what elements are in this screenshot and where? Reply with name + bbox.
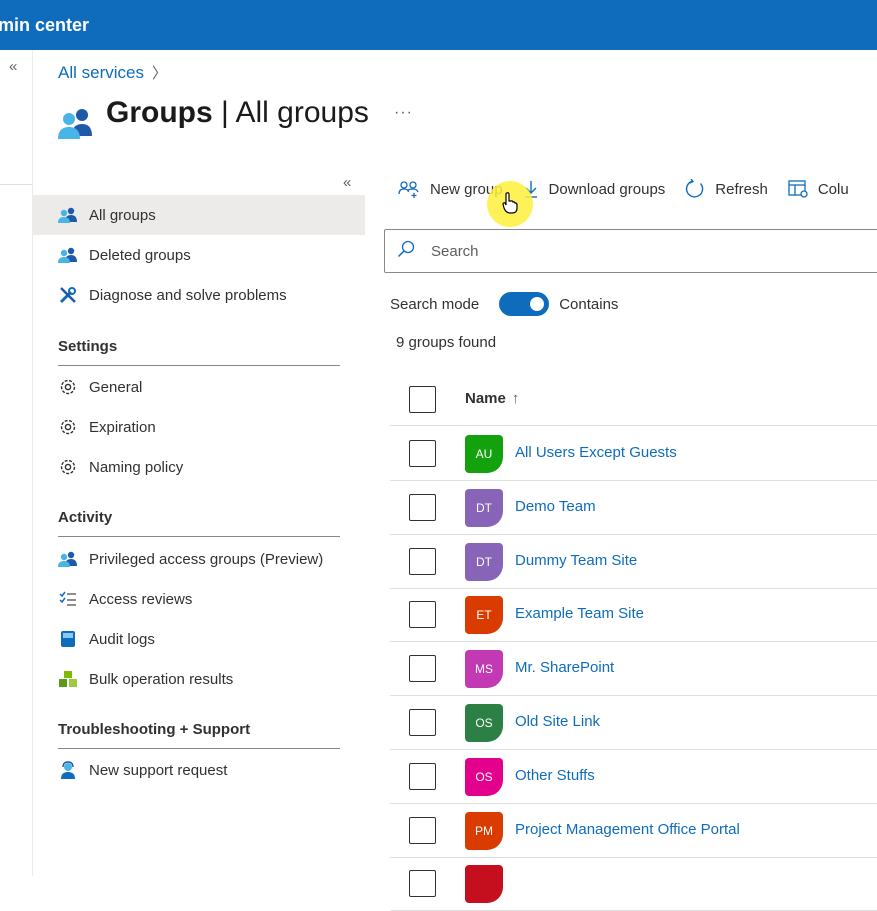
book-icon xyxy=(57,630,79,648)
table-row: ET Example Team Site xyxy=(390,588,877,643)
groups-page-icon xyxy=(58,109,92,139)
search-box xyxy=(384,229,877,273)
gear-icon xyxy=(57,418,79,436)
checklist-icon xyxy=(57,590,79,608)
name-column-header[interactable]: Name ↑ xyxy=(465,390,519,407)
table-row: DT Demo Team xyxy=(390,481,877,535)
nav-naming-policy[interactable]: Naming policy xyxy=(33,447,365,487)
nav-general[interactable]: General xyxy=(33,367,365,407)
rail-divider xyxy=(0,184,33,185)
page-title: Groups | All groups xyxy=(106,96,369,129)
gear-icon xyxy=(57,378,79,396)
download-groups-button[interactable]: Download groups xyxy=(523,180,665,198)
group-name-link[interactable]: Other Stuffs xyxy=(515,767,595,784)
cubes-icon xyxy=(57,670,79,688)
columns-button[interactable]: Colu xyxy=(788,180,849,198)
nav-deleted-groups[interactable]: Deleted groups xyxy=(33,235,365,275)
group-name-link[interactable]: Project Management Office Portal xyxy=(515,821,740,838)
table-row: AU All Users Except Guests xyxy=(390,427,877,481)
activity-section-title: Activity xyxy=(58,509,113,526)
new-group-button[interactable]: New group xyxy=(398,180,503,198)
people-icon xyxy=(57,206,79,224)
search-mode-value: Contains xyxy=(559,295,619,313)
portal-header: min center xyxy=(0,0,877,50)
search-icon xyxy=(397,240,415,263)
nav-expiration[interactable]: Expiration xyxy=(33,407,365,447)
group-name-link[interactable]: Old Site Link xyxy=(515,713,600,730)
group-avatar: AU xyxy=(465,435,503,473)
group-avatar: PM xyxy=(465,811,503,850)
table-row: OS Old Site Link xyxy=(390,696,877,750)
section-divider xyxy=(58,748,340,749)
table-header: Name ↑ xyxy=(390,373,877,426)
collapse-nav-icon[interactable]: « xyxy=(343,174,351,191)
row-checkbox[interactable] xyxy=(409,493,436,521)
row-checkbox[interactable] xyxy=(409,709,436,736)
breadcrumb-all-services[interactable]: All services xyxy=(58,63,144,82)
group-avatar xyxy=(465,865,503,904)
refresh-icon xyxy=(685,179,705,199)
group-name-link[interactable]: All Users Except Guests xyxy=(515,444,677,461)
row-checkbox[interactable] xyxy=(409,547,436,575)
people-icon xyxy=(57,550,79,568)
group-avatar: ET xyxy=(465,596,503,635)
table-row: OS Other Stuffs xyxy=(390,750,877,804)
row-checkbox[interactable] xyxy=(409,601,436,629)
table-row xyxy=(390,857,877,911)
row-checkbox[interactable] xyxy=(409,655,436,683)
group-avatar: OS xyxy=(465,704,503,742)
refresh-button[interactable]: Refresh xyxy=(685,179,768,199)
search-mode: Search mode Contains xyxy=(390,292,618,316)
chevron-right-icon: 〉 xyxy=(151,65,167,82)
settings-section-title: Settings xyxy=(58,338,118,355)
row-checkbox[interactable] xyxy=(409,762,436,790)
group-name-link[interactable]: Example Team Site xyxy=(515,605,644,622)
group-avatar: DT xyxy=(465,542,503,581)
support-section-title: Troubleshooting + Support xyxy=(58,721,251,738)
search-mode-label: Search mode xyxy=(390,295,480,313)
section-divider xyxy=(58,536,340,537)
toggle-knob xyxy=(530,297,545,311)
row-checkbox[interactable] xyxy=(409,816,436,844)
nav-access-reviews[interactable]: Access reviews xyxy=(33,579,365,619)
portal-left-rail: « xyxy=(0,50,33,876)
add-group-icon xyxy=(398,180,420,198)
table-row: PM Project Management Office Portal xyxy=(390,804,877,858)
nav-privileged-access-groups[interactable]: Privileged access groups (Preview) xyxy=(33,539,365,579)
select-all-checkbox[interactable] xyxy=(409,386,436,413)
row-checkbox[interactable] xyxy=(409,440,436,467)
expand-menu-icon[interactable]: « xyxy=(9,58,17,75)
row-checkbox[interactable] xyxy=(409,870,436,898)
table-row: DT Dummy Team Site xyxy=(390,535,877,589)
group-name-link[interactable]: Mr. SharePoint xyxy=(515,659,614,676)
hand-cursor-icon xyxy=(502,192,518,214)
gear-icon xyxy=(57,458,79,476)
group-name-link[interactable]: Demo Team xyxy=(515,498,596,515)
nav-diagnose[interactable]: Diagnose and solve problems xyxy=(33,275,365,315)
group-avatar: OS xyxy=(465,757,503,796)
sort-ascending-icon: ↑ xyxy=(511,390,520,407)
result-count: 9 groups found xyxy=(396,334,497,351)
support-agent-icon xyxy=(57,761,79,779)
nav-all-groups[interactable]: All groups xyxy=(33,195,365,235)
group-avatar: MS xyxy=(465,650,503,689)
nav-bulk-operation-results[interactable]: Bulk operation results xyxy=(33,659,365,699)
columns-icon xyxy=(788,180,808,198)
command-bar: New group Download groups Refresh Colu xyxy=(398,176,869,202)
breadcrumb: All services 〉 xyxy=(58,62,167,83)
nav-audit-logs[interactable]: Audit logs xyxy=(33,619,365,659)
more-options-button[interactable]: ··· xyxy=(394,104,413,122)
section-divider xyxy=(58,365,340,366)
search-mode-toggle[interactable] xyxy=(499,292,550,316)
search-input[interactable] xyxy=(431,242,831,260)
group-avatar: DT xyxy=(465,488,503,527)
group-name-link[interactable]: Dummy Team Site xyxy=(515,552,637,569)
table-row: MS Mr. SharePoint xyxy=(390,642,877,697)
nav-new-support-request[interactable]: New support request xyxy=(33,750,365,790)
portal-title: min center xyxy=(0,15,90,35)
people-icon xyxy=(57,246,79,264)
wrench-icon xyxy=(57,286,79,304)
